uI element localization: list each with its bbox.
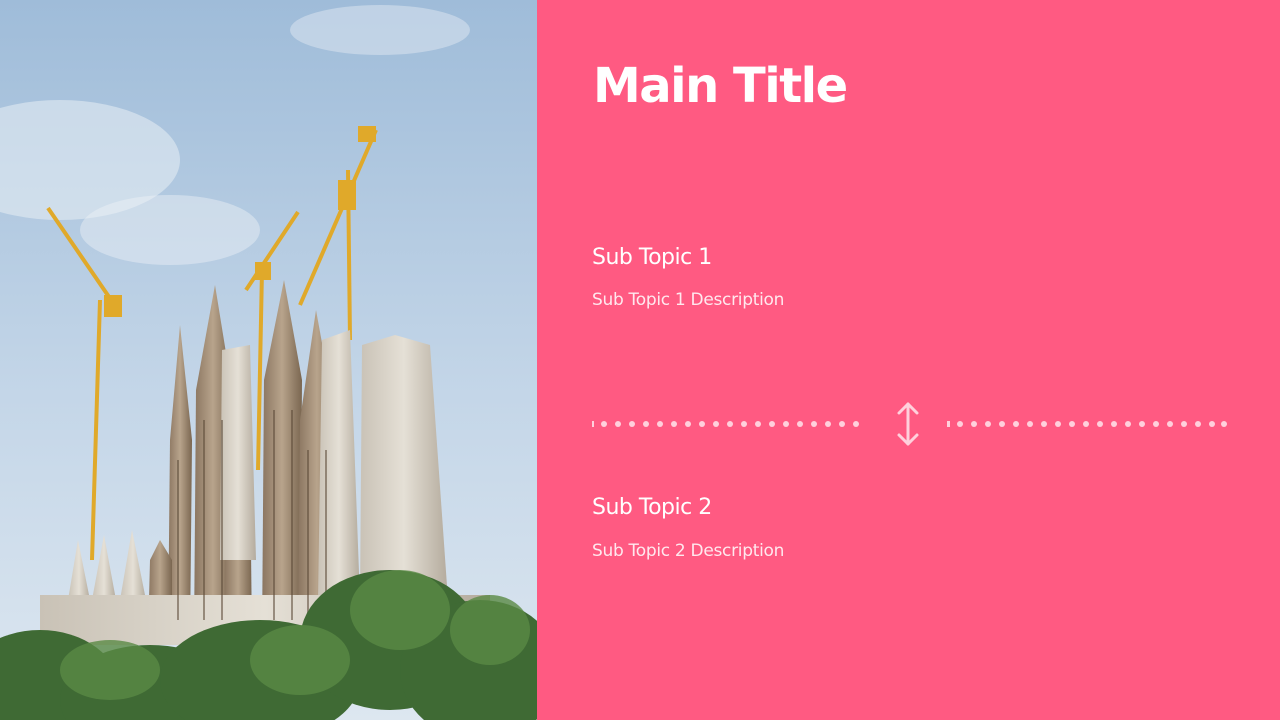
right-dotted-line xyxy=(947,421,1227,427)
left-dotted-line xyxy=(592,421,859,427)
cathedral-photo xyxy=(0,0,537,720)
sub-topic-2-heading: Sub Topic 2 xyxy=(592,495,712,520)
sub-topic-1-heading: Sub Topic 1 xyxy=(592,245,712,270)
content-panel: Main Title Sub Topic 1 Sub Topic 1 Descr… xyxy=(537,0,1280,720)
main-title: Main Title xyxy=(593,58,848,114)
section-divider xyxy=(592,400,1227,450)
sub-topic-2-description: Sub Topic 2 Description xyxy=(592,541,785,561)
vertical-double-arrow-icon xyxy=(897,402,919,446)
sub-topic-1-description: Sub Topic 1 Description xyxy=(592,290,785,310)
